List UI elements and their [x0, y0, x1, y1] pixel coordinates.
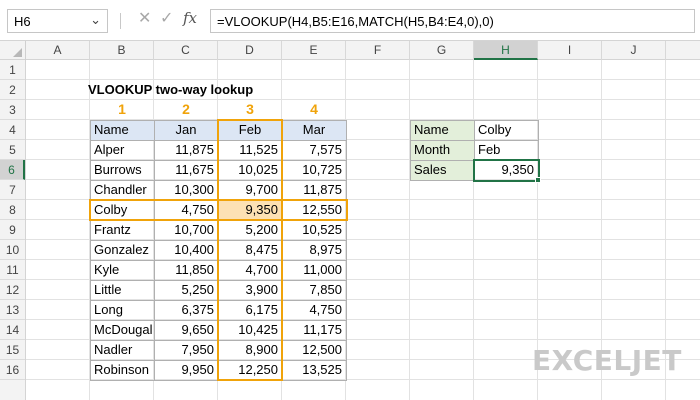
marker-1: 1	[118, 101, 126, 117]
column-header-g[interactable]: G	[410, 41, 474, 60]
name-box-value: H6	[14, 14, 31, 29]
row-header[interactable]: 14	[0, 320, 25, 340]
column-header-e[interactable]: E	[282, 41, 346, 60]
column-header-d[interactable]: D	[218, 41, 282, 60]
formula-text: =VLOOKUP(H4,B5:E16,MATCH(H5,B4:E4,0),0)	[217, 14, 494, 29]
marker-4: 4	[310, 101, 318, 117]
row-header[interactable]: 12	[0, 280, 25, 300]
row-header[interactable]: 4	[0, 120, 25, 140]
row-header[interactable]: 15	[0, 340, 25, 360]
row-header[interactable]: 2	[0, 80, 25, 100]
name-box[interactable]: H6 ⌄	[7, 9, 108, 33]
row-headers: 1 2 3 4 5 6 7 8 9 10 11 12 13 14 15 16	[0, 60, 26, 400]
column-header-a[interactable]: A	[26, 41, 90, 60]
select-all-triangle-icon	[13, 48, 22, 57]
column-header-h[interactable]: H	[474, 41, 538, 60]
column-header-b[interactable]: B	[90, 41, 154, 60]
row-header[interactable]: 13	[0, 300, 25, 320]
row-header[interactable]: 16	[0, 360, 25, 380]
table-outline	[90, 120, 347, 381]
row-header[interactable]: 7	[0, 180, 25, 200]
column-header-j[interactable]: J	[602, 41, 666, 60]
active-cell-selection[interactable]	[473, 159, 540, 182]
select-all-button[interactable]	[0, 41, 26, 60]
row-header[interactable]: 3	[0, 100, 25, 120]
row-header[interactable]: 11	[0, 260, 25, 280]
column-header-c[interactable]: C	[154, 41, 218, 60]
cancel-icon[interactable]: ✕	[138, 8, 151, 28]
fill-handle[interactable]	[535, 177, 541, 183]
row-header[interactable]: 1	[0, 60, 25, 80]
column-header-i[interactable]: I	[538, 41, 602, 60]
chevron-down-icon[interactable]: ⌄	[90, 12, 101, 28]
row-header[interactable]: 5	[0, 140, 25, 160]
enter-icon[interactable]: ✓	[160, 8, 173, 28]
formula-bar-separator	[120, 13, 121, 29]
marker-3: 3	[246, 101, 254, 117]
column-header-f[interactable]: F	[346, 41, 410, 60]
insert-function-icon[interactable]: fx	[183, 9, 197, 27]
row-header[interactable]: 9	[0, 220, 25, 240]
row-header[interactable]: 10	[0, 240, 25, 260]
exceljet-logo: EXCELJET	[532, 344, 682, 377]
row-header-active[interactable]: 6	[0, 160, 25, 180]
marker-2: 2	[182, 101, 190, 117]
column-headers: A B C D E F G H I J	[0, 40, 700, 60]
formula-input[interactable]: =VLOOKUP(H4,B5:E16,MATCH(H5,B4:E4,0),0)	[210, 9, 695, 33]
row-header[interactable]: 8	[0, 200, 25, 220]
column-header-k[interactable]	[666, 41, 700, 60]
formula-bar: H6 ⌄ ✕ ✓ fx =VLOOKUP(H4,B5:E16,MATCH(H5,…	[0, 0, 700, 40]
sheet-title: VLOOKUP two-way lookup	[88, 82, 254, 97]
